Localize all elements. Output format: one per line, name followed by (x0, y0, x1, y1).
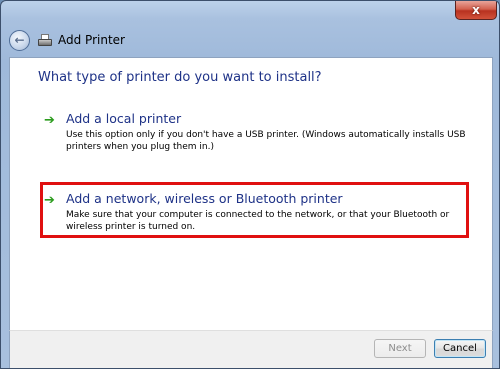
next-button[interactable]: Next (374, 339, 426, 358)
cancel-button[interactable]: Cancel (434, 339, 486, 358)
wizard-footer: Next Cancel (9, 330, 493, 368)
back-button[interactable]: ← (9, 29, 30, 51)
green-arrow-icon: ➔ (44, 193, 55, 208)
wizard-header: ← Add Printer (9, 27, 493, 53)
page-question: What type of printer do you want to inst… (38, 70, 322, 85)
add-network-printer-option[interactable]: ➔ Add a network, wireless or Bluetooth p… (38, 191, 468, 233)
close-icon: x (472, 3, 480, 17)
printer-icon (38, 33, 52, 47)
wizard-title: Add Printer (58, 33, 125, 47)
option-title[interactable]: Add a network, wireless or Bluetooth pri… (66, 191, 343, 206)
add-local-printer-option[interactable]: ➔ Add a local printer Use this option on… (38, 111, 468, 153)
add-printer-window: x ← Add Printer What type of printer do … (0, 0, 500, 369)
option-description: Make sure that your computer is connecte… (66, 210, 450, 232)
option-description: Use this option only if you don't have a… (66, 130, 466, 152)
option-title[interactable]: Add a local printer (66, 111, 181, 126)
back-arrow-icon: ← (14, 33, 25, 47)
wizard-content: What type of printer do you want to inst… (9, 57, 493, 330)
green-arrow-icon: ➔ (44, 113, 55, 128)
close-button[interactable]: x (455, 1, 497, 20)
